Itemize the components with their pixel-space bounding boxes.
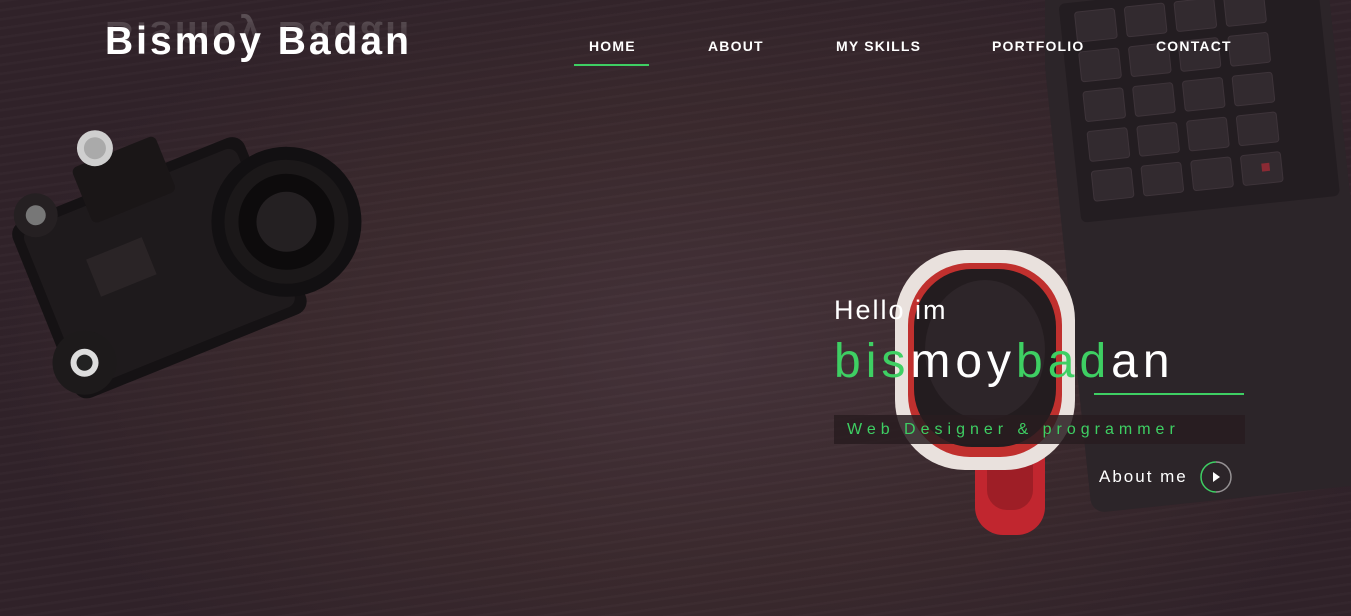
coffee-mug-image: [895, 250, 1075, 535]
hero-greeting: Hello im: [834, 295, 948, 325]
nav-item-contact[interactable]: CONTACT: [1156, 38, 1232, 54]
hero-name-part: bis: [834, 335, 911, 388]
hero-background: [0, 0, 1351, 616]
about-me-link[interactable]: About me: [1099, 467, 1188, 487]
nav-item-portfolio[interactable]: PORTFOLIO: [992, 38, 1084, 54]
brand-logo-reflection: Bismoy Badan: [105, 13, 412, 56]
camera-image: [12, 130, 362, 399]
play-arrow-icon[interactable]: [1199, 460, 1233, 494]
nav-item-home[interactable]: HOME: [589, 38, 636, 54]
nav-active-indicator: [574, 64, 649, 66]
hero-name-part: an: [1111, 335, 1175, 388]
hero-name-part: bad: [1016, 335, 1112, 388]
nav-item-my-skills[interactable]: MY SKILLS: [836, 38, 921, 54]
hero-role: Web Designer & programmer: [847, 421, 1180, 438]
hero-name: bismoybadan: [834, 334, 1175, 389]
hero-name-underline: [1094, 393, 1244, 395]
nav-item-about[interactable]: ABOUT: [708, 38, 764, 54]
hero-name-part: moy: [910, 335, 1017, 388]
